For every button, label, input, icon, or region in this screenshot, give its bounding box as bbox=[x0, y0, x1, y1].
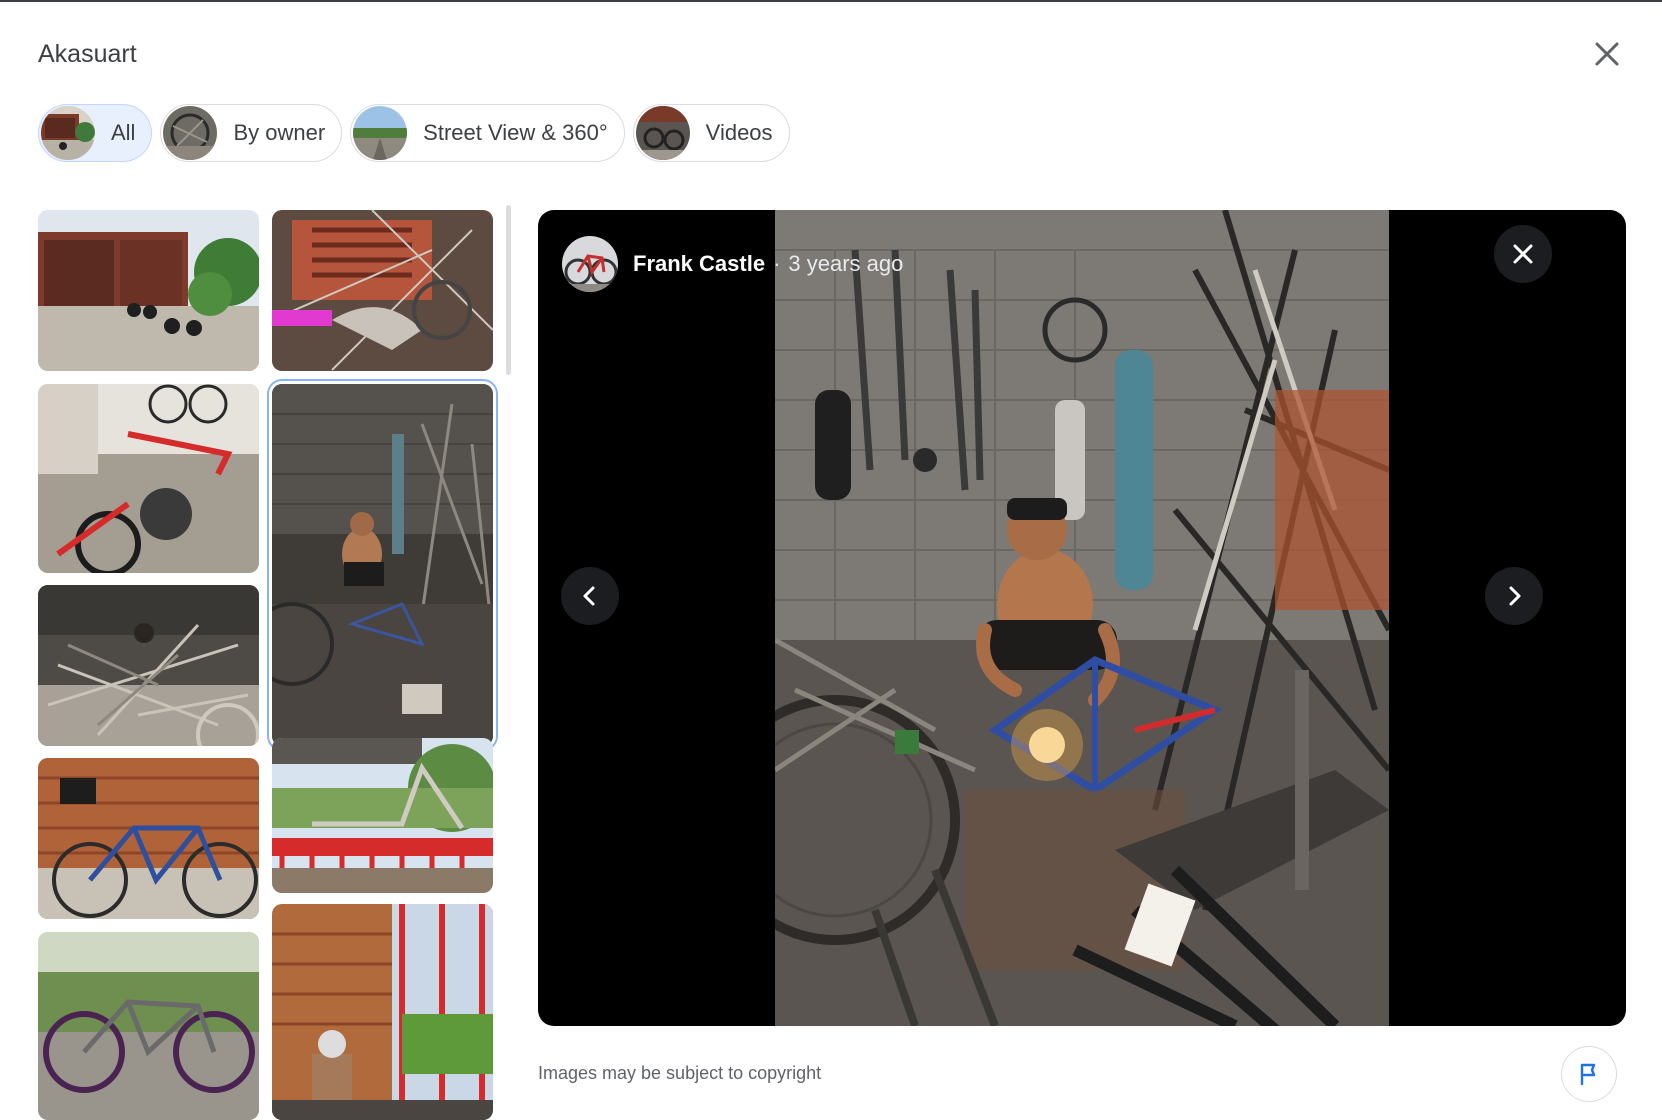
photo-thumbnail[interactable] bbox=[38, 932, 259, 1120]
filter-chip-label: All bbox=[111, 120, 136, 145]
filter-chip-street-view[interactable]: Street View & 360° bbox=[350, 104, 625, 162]
photo-thumbnail[interactable] bbox=[272, 738, 493, 893]
meta-separator: · bbox=[773, 251, 781, 276]
page-title: Akasuart bbox=[38, 40, 137, 68]
filter-chip-label: By owner bbox=[233, 120, 326, 145]
close-icon bbox=[1513, 244, 1533, 264]
close-dialog-button[interactable] bbox=[1587, 34, 1627, 74]
close-viewer-button[interactable] bbox=[1494, 225, 1552, 283]
photo-thumbnail[interactable] bbox=[38, 210, 259, 371]
photo-thumbnail[interactable] bbox=[272, 210, 493, 371]
photo-thumbnail[interactable] bbox=[38, 585, 259, 746]
photo-thumbnail[interactable] bbox=[272, 904, 493, 1120]
copyright-notice: Images may be subject to copyright bbox=[538, 1063, 822, 1083]
filter-thumbnail-videos bbox=[635, 106, 690, 160]
chevron-left-icon bbox=[583, 586, 595, 606]
filter-thumbnail-street-view bbox=[353, 106, 408, 160]
photo-author[interactable]: Frank Castle · 3 years ago bbox=[562, 236, 903, 292]
filter-chip-label: Street View & 360° bbox=[423, 120, 608, 145]
next-photo-button[interactable] bbox=[1485, 567, 1543, 625]
photo-thumbnail[interactable] bbox=[38, 758, 259, 919]
filter-chip-label: Videos bbox=[705, 120, 773, 145]
filter-chip-by-owner[interactable]: By owner bbox=[160, 104, 343, 162]
filter-chip-all[interactable]: All bbox=[38, 104, 153, 162]
main-photo bbox=[710, 210, 1392, 1026]
filter-thumbnail-by-owner bbox=[163, 106, 218, 160]
flag-icon bbox=[1580, 1063, 1596, 1086]
window-top-border bbox=[0, 0, 1662, 2]
filter-thumbnail-all bbox=[41, 106, 95, 160]
photo-thumbnail[interactable] bbox=[38, 384, 259, 573]
photo-thumbnail-selected[interactable] bbox=[267, 379, 498, 751]
author-name[interactable]: Frank Castle bbox=[633, 251, 765, 277]
chevron-right-icon bbox=[1509, 586, 1521, 606]
filter-chip-videos[interactable]: Videos bbox=[632, 104, 790, 162]
photo-grid bbox=[38, 210, 508, 1120]
previous-photo-button[interactable] bbox=[561, 567, 619, 625]
report-photo-button[interactable] bbox=[1561, 1046, 1617, 1102]
photo-filter-chips: All By owner Street View & 360° Videos bbox=[38, 104, 790, 162]
photo-viewer: Frank Castle · 3 years ago bbox=[538, 210, 1626, 1026]
author-avatar bbox=[562, 236, 618, 292]
photo-age: 3 years ago bbox=[788, 251, 904, 276]
close-icon bbox=[1595, 42, 1619, 66]
photo-grid-scrollbar[interactable] bbox=[506, 205, 511, 375]
